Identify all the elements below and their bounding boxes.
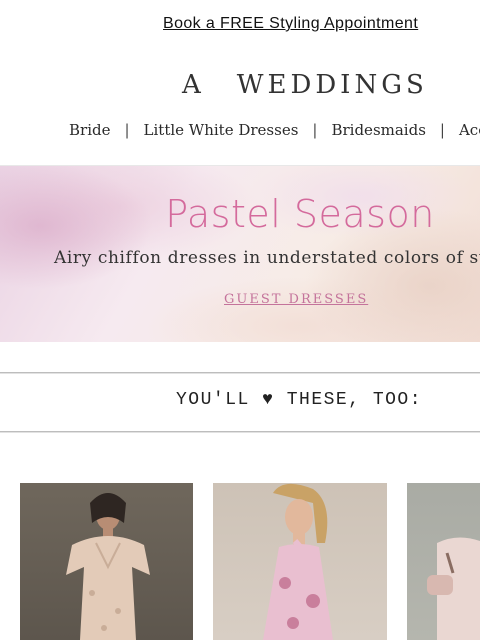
- product-card-1[interactable]: [20, 483, 193, 640]
- dress-photo-icon: [427, 537, 480, 640]
- guest-dresses-link[interactable]: GUEST DRESSES: [224, 292, 368, 307]
- nav-separator: |: [124, 121, 130, 139]
- nav-item-bride[interactable]: Bride: [69, 121, 110, 139]
- nav-separator: |: [312, 121, 318, 139]
- nav-item-little-white-dresses[interactable]: Little White Dresses: [144, 121, 299, 139]
- brand-logo[interactable]: A WEDDINGS: [182, 68, 424, 102]
- product-card-2[interactable]: [213, 483, 387, 640]
- nav-separator: |: [439, 121, 445, 139]
- section-rule-top: [0, 372, 480, 374]
- promo-bar: Book a FREE Styling Appointment: [0, 0, 480, 52]
- hero-banner[interactable]: Pastel Season Airy chiffon dresses in un…: [0, 166, 480, 342]
- nav-item-accessories[interactable]: Acces: [459, 121, 480, 139]
- logo-wordmark: WEDDINGS: [236, 70, 428, 100]
- section-rule-bottom: [0, 431, 480, 433]
- main-nav: Bride | Little White Dresses | Bridesmai…: [69, 121, 480, 139]
- dress-photo-icon: [66, 493, 150, 640]
- recommend-heading: YOU'LL ♥ THESE, TOO:: [176, 390, 423, 410]
- hero-subtitle: Airy chiffon dresses in understated colo…: [54, 248, 480, 268]
- logo-mark: A: [182, 70, 202, 100]
- dress-photo-icon: [263, 483, 333, 640]
- styling-appointment-link[interactable]: Book a FREE Styling Appointment: [163, 15, 418, 33]
- product-card-3[interactable]: [407, 483, 480, 640]
- hero-title: Pastel Season: [165, 192, 435, 236]
- nav-item-bridesmaids[interactable]: Bridesmaids: [331, 121, 425, 139]
